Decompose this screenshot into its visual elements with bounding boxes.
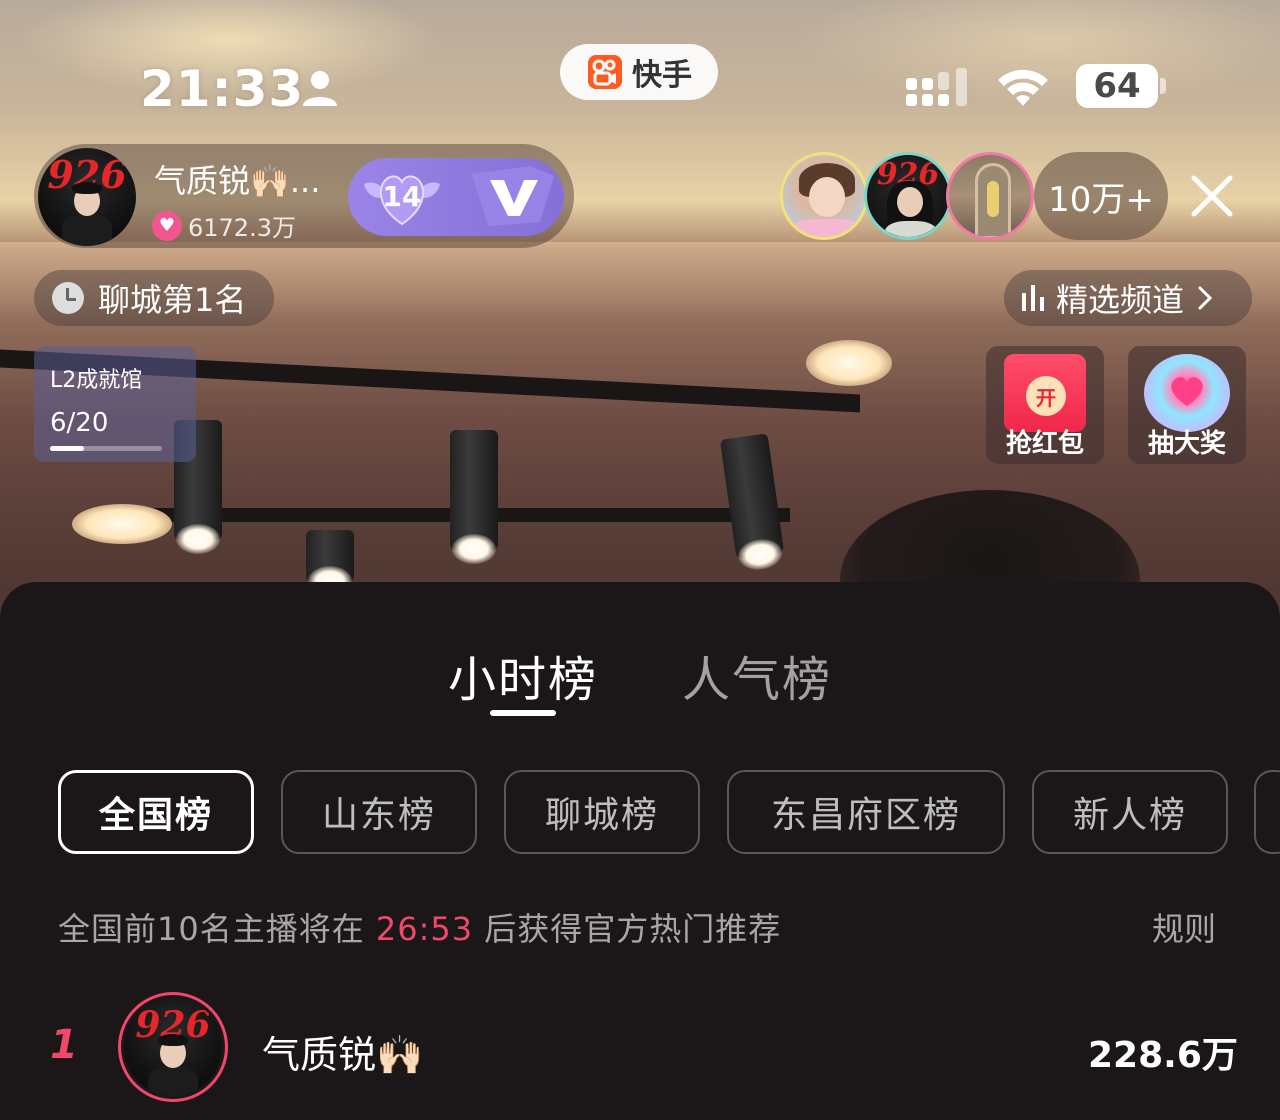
filter-overflow[interactable] bbox=[1254, 770, 1280, 854]
ceiling-downlight bbox=[806, 340, 892, 386]
battery-indicator: 64 bbox=[1076, 64, 1158, 108]
track-spotlight bbox=[306, 530, 354, 596]
achievement-title: L2成就馆 bbox=[50, 368, 143, 393]
row-anchor-name[interactable]: 气质锐🙌🏻 bbox=[262, 1024, 423, 1079]
filter-shandong[interactable]: 山东榜 bbox=[281, 770, 477, 854]
tab-popularity-ranking[interactable]: 人气榜 bbox=[682, 640, 832, 710]
track-spotlight bbox=[450, 430, 498, 564]
host-avatar[interactable]: 926 bbox=[38, 148, 136, 246]
wifi-icon bbox=[998, 69, 1048, 106]
red-packet-button[interactable]: 开 抢红包 bbox=[986, 346, 1104, 464]
tab-hourly-ranking[interactable]: 小时榜 bbox=[448, 640, 598, 710]
achievement-progress-bar bbox=[50, 446, 162, 451]
clock-icon bbox=[52, 282, 84, 314]
notice-suffix: 后获得官方热门推荐 bbox=[484, 910, 782, 948]
red-packet-coin: 开 bbox=[1026, 376, 1066, 416]
host-name[interactable]: 气质锐🙌🏻... bbox=[154, 156, 320, 202]
top-viewer-avatar[interactable] bbox=[780, 152, 868, 240]
close-icon[interactable] bbox=[1188, 172, 1236, 220]
filter-national[interactable]: 全国榜 bbox=[58, 770, 254, 854]
person-icon bbox=[303, 71, 337, 106]
verified-v-icon bbox=[472, 166, 554, 226]
red-packet-icon: 开 bbox=[1004, 354, 1086, 432]
avatar-figure bbox=[72, 182, 102, 194]
ceiling-downlight bbox=[72, 504, 172, 544]
city-rank-label: 聊城第1名 bbox=[98, 281, 247, 319]
viewer-count[interactable]: 10万+ bbox=[1034, 152, 1168, 240]
notice-countdown: 26:53 bbox=[375, 910, 474, 948]
top-viewer-avatar[interactable]: 926 bbox=[864, 152, 952, 240]
avatar-figure bbox=[62, 214, 112, 246]
channel-chip[interactable]: 精选频道 bbox=[1004, 270, 1252, 326]
filter-liaocheng[interactable]: 聊城榜 bbox=[504, 770, 700, 854]
viewer-girl-flowers bbox=[789, 219, 865, 237]
app-name: 快手 bbox=[632, 58, 692, 93]
prize-ball-icon bbox=[1144, 354, 1230, 432]
lottery-button[interactable]: 抽大奖 bbox=[1128, 346, 1246, 464]
heart-icon: ♥ bbox=[152, 210, 182, 241]
filter-newcomer[interactable]: 新人榜 bbox=[1032, 770, 1228, 854]
notice-prefix: 全国前10名主播将在 bbox=[58, 910, 365, 948]
likes-count: 6172.3万 bbox=[188, 214, 296, 242]
battery-level: 64 bbox=[1093, 66, 1141, 106]
row-rank: 1 bbox=[50, 1022, 78, 1068]
viewer-face bbox=[897, 187, 923, 217]
achievement-card[interactable]: L2成就馆 6/20 bbox=[34, 346, 196, 462]
avatar-figure bbox=[148, 1066, 198, 1096]
host-likes: ♥ 6172.3万 bbox=[152, 208, 296, 243]
achievement-progress-text: 6/20 bbox=[50, 408, 109, 438]
row-avatar[interactable]: 926 bbox=[124, 998, 222, 1096]
avatar-figure bbox=[158, 1034, 188, 1046]
channel-label: 精选频道 bbox=[1056, 281, 1185, 319]
chevron-right-icon bbox=[1198, 286, 1213, 310]
promotion-notice: 全国前10名主播将在 26:53 后获得官方热门推荐 bbox=[58, 904, 781, 950]
level-number: 14 bbox=[382, 179, 422, 213]
kuaishou-logo-icon bbox=[588, 55, 622, 89]
app-indicator[interactable]: 快手 bbox=[560, 44, 718, 100]
status-time: 21:33 bbox=[140, 60, 305, 118]
city-rank-chip[interactable]: 聊城第1名 bbox=[34, 270, 274, 326]
active-tab-indicator bbox=[490, 710, 556, 716]
red-packet-label: 抢红包 bbox=[1005, 429, 1084, 459]
lottery-label: 抽大奖 bbox=[1147, 429, 1226, 459]
bar-chart-icon bbox=[1022, 285, 1044, 311]
battery-tip bbox=[1160, 78, 1166, 94]
top-viewer-avatar[interactable] bbox=[946, 152, 1034, 240]
viewer-girl-face bbox=[809, 177, 845, 217]
rules-link[interactable]: 规则 bbox=[1152, 904, 1216, 950]
achievement-progress-fill bbox=[50, 446, 84, 451]
viewer-figure bbox=[987, 181, 999, 217]
filter-dongchangfu[interactable]: 东昌府区榜 bbox=[727, 770, 1005, 854]
cellular-signal-icon bbox=[906, 68, 967, 106]
row-score: 228.6万 bbox=[1088, 1035, 1238, 1076]
heart-icon bbox=[1171, 377, 1203, 406]
